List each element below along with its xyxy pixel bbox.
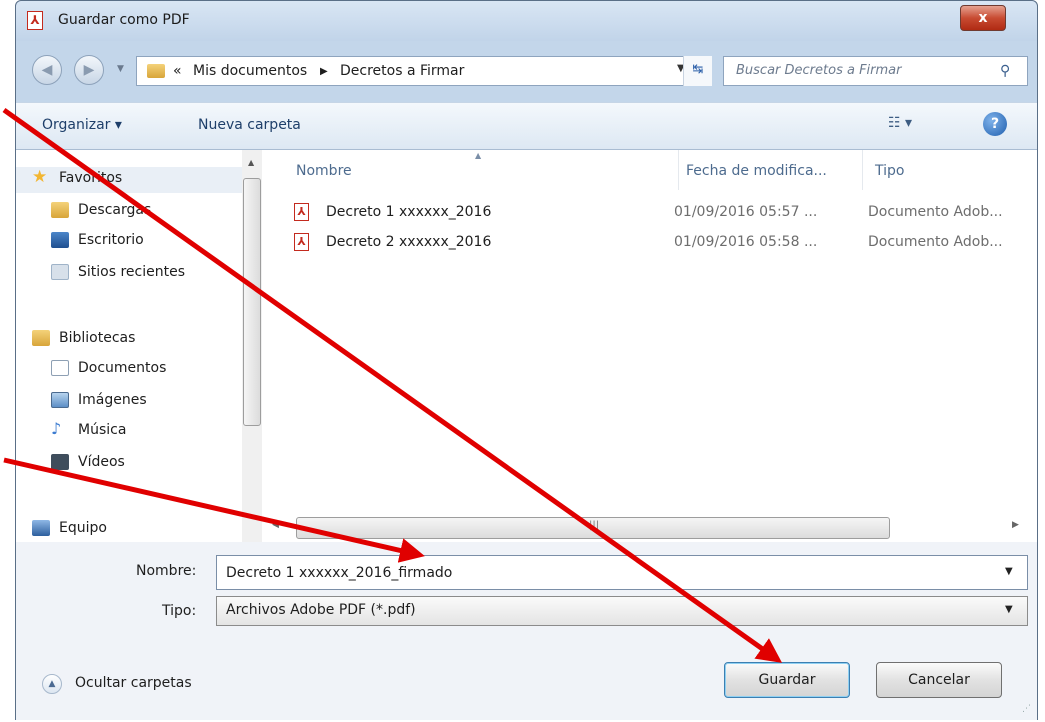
command-toolbar: [16, 102, 1037, 150]
window-title: Guardar como PDF: [58, 12, 190, 28]
search-icon[interactable]: ⚲: [1000, 63, 1010, 79]
address-bar[interactable]: « Mis documentos ▶ Decretos a Firmar ▼: [136, 56, 712, 86]
help-icon[interactable]: ?: [983, 112, 1007, 136]
downloads-folder-icon: [51, 202, 69, 218]
recent-locations-dropdown[interactable]: ▼: [117, 64, 124, 74]
file-date: 01/09/2016 05:58 ...: [674, 234, 818, 250]
pdf-app-icon: ⅄: [27, 11, 43, 30]
refresh-icon: ↹: [692, 62, 704, 77]
nav-item-favoritos[interactable]: ★ Favoritos: [16, 167, 242, 193]
recent-places-icon: [51, 264, 69, 280]
save-button[interactable]: Guardar: [724, 662, 850, 698]
breadcrumb-overflow[interactable]: «: [173, 63, 182, 79]
view-list-icon: ☷ ▾: [888, 115, 913, 131]
scroll-right-icon[interactable]: ▶: [1012, 520, 1019, 530]
file-type: Documento Adob...: [868, 234, 1003, 250]
file-date: 01/09/2016 05:57 ...: [674, 204, 818, 220]
nav-item-label: Favoritos: [59, 170, 123, 186]
nav-item-label: Bibliotecas: [59, 330, 136, 346]
column-separator[interactable]: [678, 150, 679, 190]
file-type-value: Archivos Adobe PDF (*.pdf): [226, 602, 416, 618]
file-row[interactable]: ⅄ Decreto 1 xxxxxx_2016 01/09/2016 05:57…: [290, 199, 1030, 227]
pdf-file-icon: ⅄: [294, 203, 309, 221]
scroll-left-icon[interactable]: ◀: [272, 520, 279, 530]
desktop-icon: [51, 232, 69, 248]
new-folder-button[interactable]: Nueva carpeta: [198, 117, 301, 133]
search-box[interactable]: Buscar Decretos a Firmar ⚲: [723, 56, 1028, 86]
breadcrumb-mis-documentos[interactable]: Mis documentos: [193, 63, 307, 79]
computer-icon: [32, 520, 50, 536]
breadcrumb-separator-icon[interactable]: ▶: [320, 66, 328, 77]
nav-item-label: Música: [78, 422, 127, 438]
folder-icon: [147, 64, 165, 78]
nav-item-label: Equipo: [59, 520, 107, 536]
scroll-grip-icon: |||: [589, 520, 600, 531]
videos-icon: [51, 454, 69, 470]
search-input[interactable]: Buscar Decretos a Firmar: [736, 63, 901, 78]
breadcrumb-decretos-a-firmar[interactable]: Decretos a Firmar: [340, 63, 464, 79]
chevron-down-icon[interactable]: ▼: [1005, 566, 1013, 577]
libraries-icon: [32, 330, 50, 346]
nav-item-label: Escritorio: [78, 232, 144, 248]
column-header-nombre[interactable]: Nombre: [296, 163, 352, 179]
refresh-button[interactable]: ↹: [683, 56, 712, 86]
pdf-file-icon: ⅄: [294, 233, 309, 251]
nav-item-label: Imágenes: [78, 392, 147, 408]
file-name-label: Nombre:: [136, 563, 197, 579]
file-type: Documento Adob...: [868, 204, 1003, 220]
close-button[interactable]: x: [960, 5, 1006, 31]
column-header-fecha[interactable]: Fecha de modifica...: [686, 163, 827, 179]
nav-item-label: Sitios recientes: [78, 264, 185, 280]
star-icon: ★: [32, 167, 48, 187]
forward-arrow-icon: ▶: [83, 62, 95, 78]
scroll-up-icon[interactable]: ▲: [248, 158, 254, 167]
file-name: Decreto 1 xxxxxx_2016: [326, 204, 492, 220]
organize-menu-button[interactable]: Organizar ▾: [42, 117, 122, 133]
resize-grip-icon[interactable]: ⋰: [1022, 704, 1031, 714]
cancel-button[interactable]: Cancelar: [876, 662, 1002, 698]
file-name: Decreto 2 xxxxxx_2016: [326, 234, 492, 250]
file-type-select[interactable]: Archivos Adobe PDF (*.pdf) ▼: [216, 596, 1028, 626]
nav-pane-scroll-thumb[interactable]: [243, 178, 261, 426]
forward-button[interactable]: ▶: [74, 55, 104, 85]
hide-folders-button[interactable]: Ocultar carpetas: [75, 675, 192, 691]
back-arrow-icon: ◀: [41, 62, 53, 78]
column-separator[interactable]: [862, 150, 863, 190]
nav-item-label: Descargas: [78, 202, 152, 218]
file-row[interactable]: ⅄ Decreto 2 xxxxxx_2016 01/09/2016 05:58…: [290, 229, 1030, 257]
collapse-icon[interactable]: ▲: [42, 674, 62, 694]
pictures-icon: [51, 392, 69, 408]
navigation-pane: ★ Favoritos Descargas Escritorio Sitios …: [16, 150, 262, 542]
chevron-down-icon[interactable]: ▼: [1005, 604, 1013, 615]
nav-item-label: Documentos: [78, 360, 167, 376]
nav-item-label: Vídeos: [78, 454, 125, 470]
back-button[interactable]: ◀: [32, 55, 62, 85]
view-options-button[interactable]: ☷ ▾: [888, 115, 912, 131]
file-type-label: Tipo:: [162, 603, 197, 619]
file-name-field[interactable]: [216, 555, 1028, 590]
documents-icon: [51, 360, 69, 376]
music-icon: ♪: [51, 419, 62, 438]
column-header-tipo[interactable]: Tipo: [875, 163, 904, 179]
sort-ascending-icon: ▲: [475, 151, 482, 160]
